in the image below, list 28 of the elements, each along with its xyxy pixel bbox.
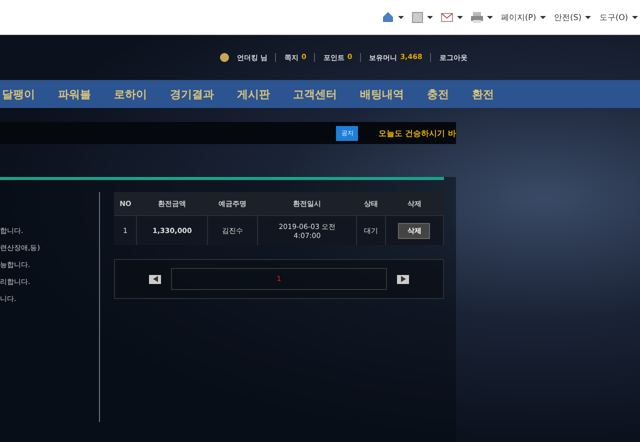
coin-icon — [220, 53, 229, 62]
mail-icon[interactable] — [441, 12, 454, 22]
nav-link[interactable]: 달팽이 — [2, 86, 35, 102]
nav-link[interactable]: 환전 — [472, 86, 494, 102]
nav-link[interactable]: 경기결과 — [170, 86, 214, 102]
feed-icon[interactable] — [412, 12, 424, 22]
caret-icon[interactable] — [585, 16, 592, 18]
nav-link[interactable]: 배팅내역 — [360, 86, 404, 102]
house-icon[interactable] — [382, 11, 394, 23]
prev-page-button[interactable] — [149, 274, 161, 284]
toolbar-menu[interactable]: 페이지(P) — [501, 12, 536, 22]
caret-icon[interactable] — [487, 16, 494, 18]
caret-icon[interactable] — [457, 16, 464, 18]
nav-link[interactable]: 파워볼 — [58, 86, 91, 102]
caret-icon[interactable] — [398, 16, 404, 18]
toolbar-menu[interactable]: 안전(S) — [554, 12, 582, 22]
nav-link[interactable]: 고객센터 — [293, 86, 337, 102]
nav-link[interactable]: 게시판 — [237, 86, 270, 102]
next-page-button[interactable] — [397, 274, 409, 284]
caret-icon[interactable] — [540, 16, 546, 18]
notice-text: 오늘도 건승하시기 바 — [378, 128, 456, 138]
nav-link[interactable]: 충전 — [427, 86, 449, 102]
toolbar-menu[interactable]: 도구(O) — [599, 12, 628, 22]
right-triangle-icon[interactable] — [400, 276, 406, 282]
caret-icon[interactable] — [632, 16, 638, 18]
caret-icon[interactable] — [427, 16, 434, 18]
left-triangle-icon[interactable] — [152, 276, 158, 282]
nav-link[interactable]: 로하이 — [114, 86, 147, 102]
